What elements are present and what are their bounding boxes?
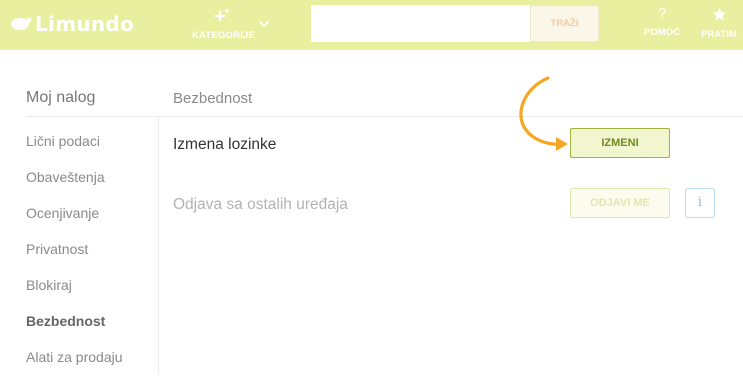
sidebar-item-ocenjivanje[interactable]: Ocenjivanje [26, 197, 123, 233]
sidebar-item-privatnost[interactable]: Privatnost [26, 233, 123, 269]
star-icon [712, 7, 726, 21]
title-divider [159, 116, 743, 117]
logout-other-devices-button[interactable]: ODJAVI ME [570, 188, 670, 218]
follow-label: PRATIM [701, 29, 737, 40]
question-icon: ? [657, 5, 667, 22]
search-button[interactable]: TRAŽI [530, 5, 599, 42]
logo-text: Limundo [35, 12, 135, 36]
help-link[interactable]: ? POMOĆ [640, 5, 684, 45]
search-input[interactable] [311, 5, 530, 42]
sidebar-divider [26, 116, 158, 117]
sidebar-item-alati-za-prodaju[interactable]: Alati za prodaju [26, 341, 123, 377]
sidebar-item-blokiraj[interactable]: Blokiraj [26, 269, 123, 305]
sidebar-item-bezbednost[interactable]: Bezbednost [26, 305, 123, 341]
sidebar-menu: Lični podaci Obaveštenja Ocenjivanje Pri… [26, 125, 123, 377]
change-password-label: Izmena lozinke [173, 136, 277, 153]
content-divider [158, 116, 159, 374]
help-label: POMOĆ [644, 27, 680, 38]
info-icon[interactable]: i [685, 188, 715, 218]
categories-label: KATEGORIJE [192, 30, 256, 41]
chevron-down-icon [258, 20, 270, 28]
curved-arrow-icon [519, 76, 568, 151]
logo[interactable]: Limundo [10, 9, 134, 39]
top-bar: Limundo KATEGORIJE TRAŽI ? POMOĆ PRATIM [0, 0, 743, 50]
logout-other-devices-label: Odjava sa ostalih uređaja [173, 196, 348, 213]
follow-link[interactable]: PRATIM [697, 5, 741, 45]
sidebar-item-obavestenja[interactable]: Obaveštenja [26, 161, 123, 197]
categories-menu[interactable]: KATEGORIJE [190, 5, 274, 45]
sidebar-item-licni-podaci[interactable]: Lični podaci [26, 125, 123, 161]
logo-icon [11, 17, 32, 30]
sidebar-title: Moj nalog [26, 89, 96, 106]
page-title: Bezbednost [173, 90, 253, 107]
change-password-button[interactable]: IZMENI [570, 128, 670, 158]
sparkle-icon [213, 8, 230, 23]
